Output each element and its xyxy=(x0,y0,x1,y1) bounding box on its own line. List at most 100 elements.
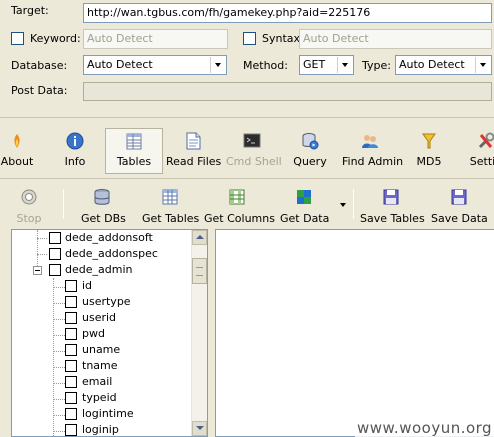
tree-checkbox[interactable] xyxy=(65,376,77,388)
tree-checkbox[interactable] xyxy=(65,408,77,420)
get-columns-icon xyxy=(227,187,247,207)
tables-button[interactable]: Tables xyxy=(105,128,163,174)
tree-checkbox[interactable] xyxy=(65,392,77,404)
keyword-label: Keyword: xyxy=(30,32,81,45)
chevron-down-icon xyxy=(340,203,346,207)
read-files-button[interactable]: Read Files xyxy=(166,129,222,171)
info-label: Info xyxy=(64,155,86,168)
tree-table-row[interactable]: dede_addonspec xyxy=(12,247,192,263)
get-tables-icon xyxy=(160,187,180,207)
find-admin-button[interactable]: Find Admin xyxy=(342,129,403,171)
scroll-down-icon[interactable] xyxy=(192,421,207,436)
get-dbs-button[interactable]: Get DBs xyxy=(81,185,126,225)
cmd-shell-icon xyxy=(242,131,262,151)
find-admin-label: Find Admin xyxy=(342,155,404,168)
about-icon xyxy=(7,131,27,151)
md5-label: MD5 xyxy=(416,155,442,168)
results-pane[interactable] xyxy=(215,229,494,437)
database-select-value: Auto Detect xyxy=(87,58,153,71)
syntax-checkbox[interactable] xyxy=(243,32,256,45)
tree-checkbox[interactable] xyxy=(65,296,77,308)
scroll-up-icon[interactable] xyxy=(192,230,207,245)
connection-form: Target: http://wan.tgbus.com/fh/gamekey.… xyxy=(0,0,494,106)
tree-checkbox[interactable] xyxy=(65,280,77,292)
get-data-label: Get Data xyxy=(280,212,330,225)
tree-checkbox[interactable] xyxy=(65,312,77,324)
tree-column-row[interactable]: userid xyxy=(12,311,192,327)
tree-column-label: uname xyxy=(82,343,121,356)
tree-column-row[interactable]: typeid xyxy=(12,391,192,407)
save-data-icon xyxy=(449,187,469,207)
tree-table-label: dede_admin xyxy=(65,263,133,276)
database-select[interactable]: Auto Detect xyxy=(83,55,227,75)
query-icon xyxy=(300,131,320,151)
query-button[interactable]: Query xyxy=(293,129,327,171)
method-select[interactable]: GET xyxy=(299,55,354,75)
chevron-down-icon[interactable] xyxy=(337,57,352,73)
save-tables-label: Save Tables xyxy=(360,212,425,225)
get-columns-label: Get Columns xyxy=(204,212,275,225)
get-data-dropdown[interactable] xyxy=(340,203,347,209)
tree-checkbox[interactable] xyxy=(49,248,61,260)
postdata-input[interactable] xyxy=(83,82,492,101)
tables-tree[interactable]: dede_addonsoft dede_addonspec dede_admin… xyxy=(11,229,208,437)
md5-button[interactable]: MD5 xyxy=(416,129,442,171)
cmd-shell-button[interactable]: Cmd Shell xyxy=(226,129,282,171)
tree-column-row[interactable]: loginip xyxy=(12,423,192,436)
get-data-icon xyxy=(294,187,314,207)
settings-button[interactable]: Settin xyxy=(466,129,494,171)
tree-checkbox[interactable] xyxy=(49,264,61,276)
save-data-button[interactable]: Save Data xyxy=(431,185,488,225)
save-tables-button[interactable]: Save Tables xyxy=(360,185,425,225)
tree-column-label: email xyxy=(82,375,113,388)
query-label: Query xyxy=(293,155,327,168)
toolbar-separator xyxy=(63,189,64,219)
chevron-down-icon[interactable] xyxy=(210,57,225,73)
tree-column-row[interactable]: tname xyxy=(12,359,192,375)
tree-table-row[interactable]: dede_addonsoft xyxy=(12,231,192,247)
info-button[interactable]: Info xyxy=(60,129,90,171)
tree-column-row[interactable]: uname xyxy=(12,343,192,359)
get-data-button[interactable]: Get Data xyxy=(280,185,330,225)
tree-table-row[interactable]: dede_admin xyxy=(12,263,192,279)
read-files-label: Read Files xyxy=(166,155,222,168)
get-columns-button[interactable]: Get Columns xyxy=(204,185,275,225)
tree-checkbox[interactable] xyxy=(49,232,61,244)
tree-column-label: id xyxy=(82,279,93,292)
tree-column-row[interactable]: usertype xyxy=(12,295,192,311)
tree-checkbox[interactable] xyxy=(65,424,77,436)
cmd-shell-label: Cmd Shell xyxy=(226,155,282,168)
scroll-thumb[interactable] xyxy=(192,258,207,284)
main-toolbar: About Info Tables Read Files Cmd Shell Q… xyxy=(0,117,494,174)
tree-checkbox[interactable] xyxy=(65,328,77,340)
tree-column-row[interactable]: email xyxy=(12,375,192,391)
tree-column-row[interactable]: id xyxy=(12,279,192,295)
tree-scrollbar[interactable] xyxy=(191,230,207,436)
tree-column-row[interactable]: pwd xyxy=(12,327,192,343)
settings-icon xyxy=(476,131,494,151)
postdata-label: Post Data: xyxy=(11,84,68,97)
stop-icon xyxy=(19,187,39,207)
keyword-input[interactable]: Auto Detect xyxy=(83,29,228,49)
get-tables-button[interactable]: Get Tables xyxy=(142,185,199,225)
read-files-icon xyxy=(183,131,203,151)
stop-label: Stop xyxy=(16,212,42,225)
chevron-down-icon[interactable] xyxy=(475,57,490,73)
get-dbs-icon xyxy=(92,187,112,207)
get-dbs-label: Get DBs xyxy=(81,212,126,225)
target-input[interactable]: http://wan.tgbus.com/fh/gamekey.php?aid=… xyxy=(83,3,492,23)
tree-checkbox[interactable] xyxy=(65,360,77,372)
tables-label: Tables xyxy=(116,155,152,168)
stop-button[interactable]: Stop xyxy=(14,185,44,225)
save-tables-icon xyxy=(381,187,401,207)
tree-column-row[interactable]: logintime xyxy=(12,407,192,423)
type-select[interactable]: Auto Detect xyxy=(395,55,492,75)
target-label: Target: xyxy=(11,4,49,17)
tree-checkbox[interactable] xyxy=(65,344,77,356)
tree-column-label: loginip xyxy=(82,423,119,436)
about-button[interactable]: About xyxy=(0,129,34,171)
tree-column-label: typeid xyxy=(82,391,117,404)
keyword-checkbox[interactable] xyxy=(11,32,24,45)
tables-icon xyxy=(124,131,144,151)
syntax-input[interactable]: Auto Detect xyxy=(299,29,492,49)
